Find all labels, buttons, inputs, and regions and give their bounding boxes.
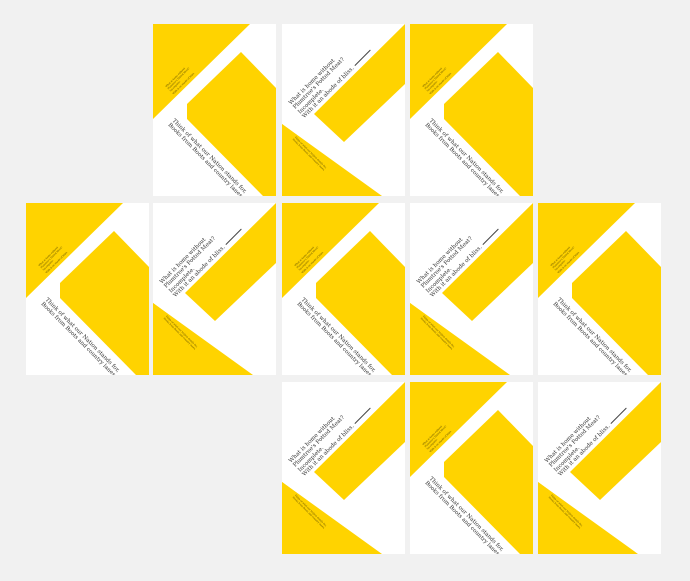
tile-b: What is home without Plumtree's Potted Me… bbox=[410, 203, 533, 375]
tile-a: What is home without Plumtree's Potted Me… bbox=[410, 382, 533, 554]
tile-b: What is home without Plumtree's Potted Me… bbox=[538, 382, 661, 554]
tile-a: What is home without Plumtree's Potted Me… bbox=[153, 24, 276, 196]
tile-a: What is home without Plumtree's Potted Me… bbox=[282, 203, 405, 375]
tile-b: What is home without Plumtree's Potted Me… bbox=[282, 24, 405, 196]
tile-a: What is home without Plumtree's Potted Me… bbox=[26, 203, 149, 375]
tile-grid: What is home without Plumtree's Potted Me… bbox=[0, 0, 690, 581]
tile-b: What is home without Plumtree's Potted Me… bbox=[282, 382, 405, 554]
tile-a: What is home without Plumtree's Potted Me… bbox=[410, 24, 533, 196]
tile-a: What is home without Plumtree's Potted Me… bbox=[538, 203, 661, 375]
tile-b: What is home without Plumtree's Potted Me… bbox=[153, 203, 276, 375]
